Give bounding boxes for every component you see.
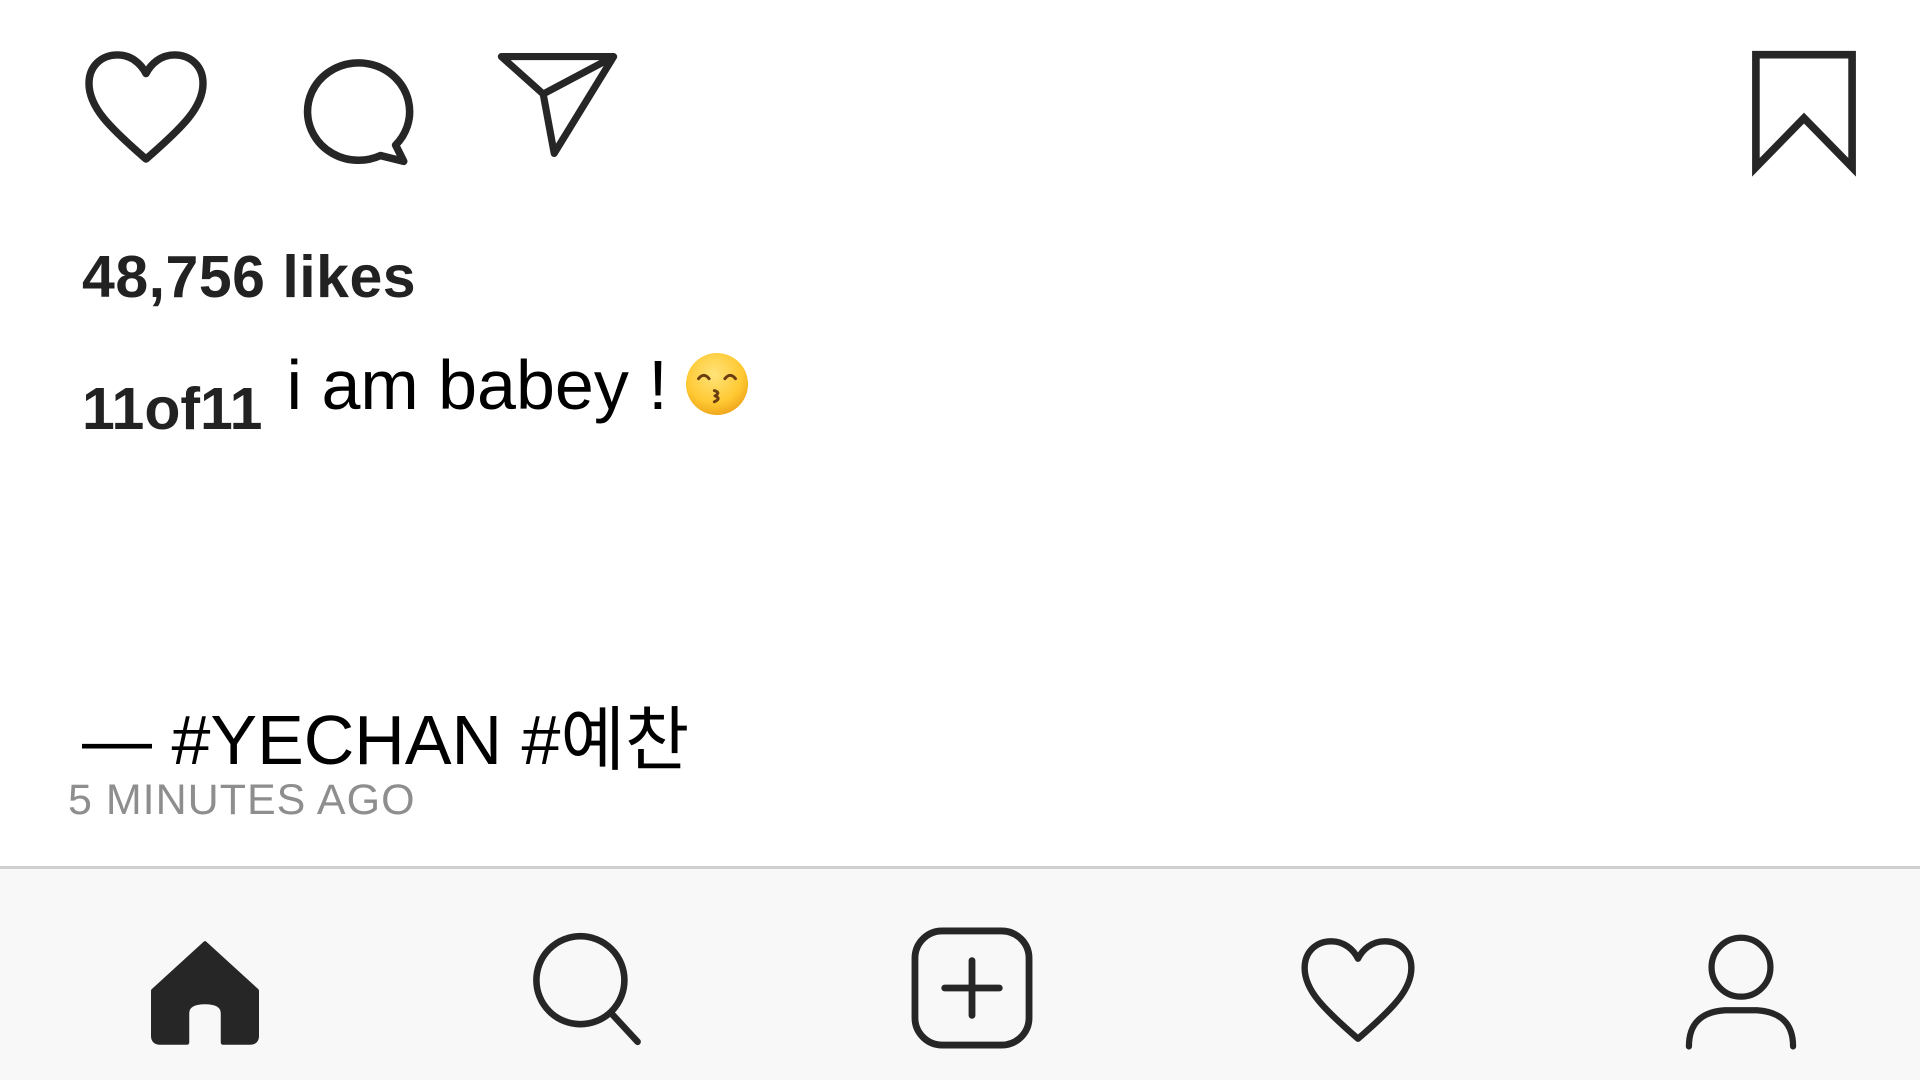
home-icon[interactable]: [148, 939, 262, 1047]
activity-heart-icon[interactable]: [1300, 935, 1416, 1045]
caption: 11of11 i am babey !: [82, 345, 750, 442]
likes-count[interactable]: 48,756 likes: [82, 243, 416, 311]
profile-icon[interactable]: [1684, 931, 1798, 1051]
bottom-navigation-bar: [0, 866, 1920, 1080]
post-view: 48,756 likes 11of11 i am babey ! — #YECHA…: [0, 0, 1920, 1080]
kissing-face-with-smiling-eyes-icon: [684, 351, 750, 417]
add-post-icon[interactable]: [910, 926, 1034, 1050]
share-icon[interactable]: [495, 50, 620, 160]
search-icon[interactable]: [532, 929, 642, 1049]
post-action-bar: [0, 0, 1920, 200]
comment-icon[interactable]: [296, 50, 414, 166]
caption-hashtags[interactable]: — #YECHAN #예찬: [82, 684, 689, 785]
username-link[interactable]: 11of11: [82, 376, 262, 442]
bookmark-icon[interactable]: [1750, 50, 1858, 177]
post-timestamp: 5 MINUTES AGO: [68, 776, 416, 824]
caption-text: i am babey !: [286, 346, 668, 424]
heart-icon[interactable]: [84, 50, 208, 164]
